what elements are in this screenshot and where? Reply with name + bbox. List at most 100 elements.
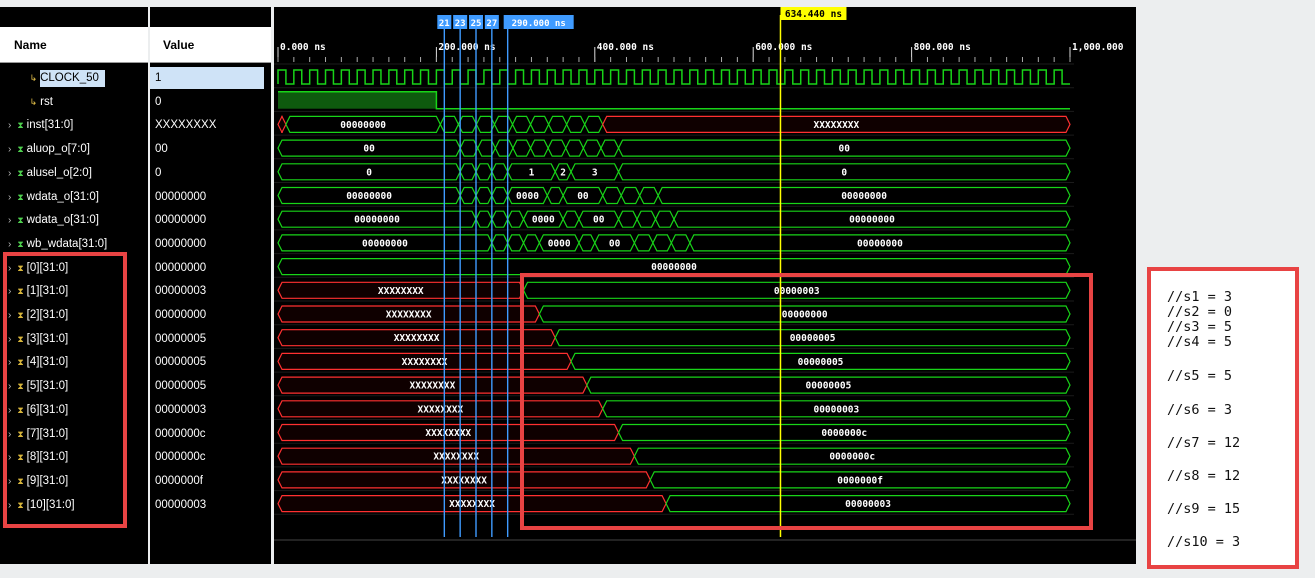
- signal-value: 00000005: [155, 332, 207, 345]
- inst-segment: [277, 115, 287, 133]
- wdata1-segment: [491, 186, 509, 205]
- value-header-label: Value: [163, 38, 195, 52]
- wdata2-label: 00: [593, 215, 605, 226]
- chevron-right-icon[interactable]: ›: [8, 192, 11, 203]
- register-values-highlight: [520, 273, 1093, 530]
- wdata2-segment: [654, 210, 675, 228]
- signal-name: inst[31:0]: [26, 119, 74, 132]
- wb-segment: [578, 234, 596, 252]
- note-line: //s8 = 12: [1167, 468, 1241, 484]
- note-line: //s1 = 3: [1167, 289, 1233, 305]
- signal-row[interactable]: › ⧗ aluop_o[7:0]: [0, 137, 148, 161]
- signal-value: 00000000: [155, 237, 207, 250]
- signal-value: 00000000: [155, 309, 207, 321]
- name-column-header[interactable]: Name: [0, 27, 148, 63]
- aluop-segment: [600, 139, 620, 157]
- note-line: //s4 = 5: [1167, 334, 1233, 350]
- rst-high-fill: [278, 91, 437, 109]
- wdata2-segment: [617, 210, 638, 228]
- aluop-segment: [529, 139, 549, 157]
- wb-segment: [507, 234, 525, 252]
- signal-name: wdata_o[31:0]: [26, 214, 99, 227]
- alusel-segment: [475, 163, 493, 181]
- signal-name: wb_wdata[31:0]: [26, 237, 108, 250]
- signal-value: 00000000: [155, 261, 207, 274]
- reg0-label: 00000000: [651, 262, 697, 273]
- signal-value: 1: [150, 67, 264, 89]
- time-marker-label: 25: [471, 19, 482, 29]
- wdata2-segment: [507, 210, 525, 228]
- note-line: //s5 = 5: [1167, 368, 1233, 384]
- wb-segment: [633, 234, 654, 252]
- signal-row[interactable]: › ⧗ alusel_o[2:0]: [0, 161, 148, 185]
- wb-label: 00: [609, 238, 621, 249]
- reg8-label: XXXXXXXX: [433, 452, 479, 463]
- chevron-right-icon[interactable]: ›: [8, 215, 11, 226]
- signal-value: 00000003: [155, 285, 207, 298]
- bus-icon: ⧗: [17, 238, 24, 249]
- wdata2-segment: [491, 210, 509, 228]
- value-column-header[interactable]: Value: [150, 27, 271, 63]
- wdata1-segment: [546, 186, 564, 205]
- wdata1-label: 0000: [516, 191, 539, 202]
- signal-name: wdata_o[31:0]: [26, 190, 99, 203]
- aluop-segment: [582, 139, 602, 157]
- wdata1-segment: [620, 186, 641, 205]
- alusel-segment: [459, 163, 477, 181]
- alusel-label: 1: [529, 167, 535, 178]
- reg4-label: XXXXXXXX: [402, 357, 448, 368]
- wdata1-label: 00000000: [841, 191, 887, 202]
- cursor-time-label: 634.440 ns: [785, 9, 842, 20]
- aluop-segment: [512, 139, 532, 157]
- note-line: //s3 = 5: [1167, 319, 1233, 335]
- wdata2-segment: [475, 210, 493, 228]
- signal-value: 00000003: [155, 498, 207, 511]
- inst-segment: [457, 115, 478, 133]
- chevron-right-icon[interactable]: ›: [8, 120, 11, 131]
- signal-name: rst: [40, 95, 53, 108]
- wdata1-label: 00: [577, 191, 589, 202]
- chevron-right-icon[interactable]: ›: [8, 239, 11, 250]
- bus-icon: ⧗: [17, 167, 24, 178]
- wdata2-segment: [562, 210, 580, 228]
- signal-value: 0000000c: [155, 427, 206, 440]
- wdata1-label: 00000000: [346, 191, 392, 202]
- time-marker-label: 23: [455, 19, 466, 29]
- wb-segment: [491, 234, 509, 252]
- signal-row[interactable]: › ⧗ wdata_o[31:0]: [0, 185, 148, 209]
- signal-value: 00000003: [155, 403, 207, 416]
- input-bit-icon: ↳: [29, 96, 38, 107]
- chevron-right-icon[interactable]: ›: [8, 144, 11, 155]
- signal-value: 0: [155, 95, 162, 108]
- wdata1-segment: [475, 186, 493, 205]
- reg10-label: XXXXXXXX: [449, 499, 495, 510]
- timeline-ruler: [274, 7, 1136, 62]
- inst-segment: [439, 115, 460, 133]
- note-line: //s7 = 12: [1167, 435, 1241, 451]
- signal-name: alusel_o[2:0]: [26, 166, 92, 179]
- signal-row[interactable]: ↳ CLOCK_50: [0, 66, 148, 90]
- signal-row[interactable]: › ⧗ inst[31:0]: [0, 113, 148, 137]
- signal-value: 0000000f: [155, 474, 203, 487]
- note-line: //s10 = 3: [1167, 534, 1241, 550]
- note-line: //s2 = 0: [1167, 304, 1233, 320]
- name-header-label: Name: [14, 38, 47, 52]
- signal-row[interactable]: › ⧗ wdata_o[31:0]: [0, 208, 148, 232]
- ruler-tick-label: 400.000 ns: [597, 42, 654, 53]
- ruler-tick-label: 0.000 ns: [280, 42, 326, 53]
- bus-icon: ⧗: [17, 191, 24, 202]
- alusel-label: 0: [366, 167, 372, 178]
- reg1-label: XXXXXXXX: [378, 286, 424, 297]
- aluop-label: 00: [839, 144, 851, 155]
- inst-segment: [529, 115, 550, 133]
- signal-row[interactable]: ↳ rst: [0, 90, 148, 114]
- chevron-right-icon[interactable]: ›: [8, 168, 11, 179]
- wb-label: 0000: [548, 238, 571, 249]
- aluop-segment: [494, 139, 514, 157]
- aluop-segment: [565, 139, 585, 157]
- ruler-tick-label: 600.000 ns: [755, 42, 812, 53]
- time-marker-label: 290.000 ns: [512, 19, 566, 29]
- ruler-tick-label: 800.000 ns: [914, 42, 971, 53]
